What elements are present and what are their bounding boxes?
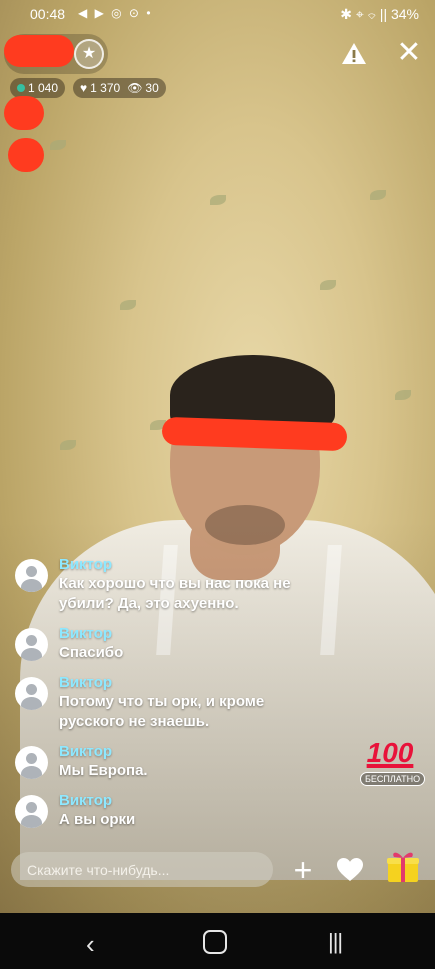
wallpaper-leaf: [320, 280, 336, 290]
chat-text: Потому что ты орк, и кроме русского не з…: [59, 693, 265, 730]
home-icon[interactable]: [203, 930, 227, 954]
battery-percent: 34%: [390, 6, 419, 22]
system-nav-bar: ‹ |||: [0, 913, 435, 969]
like-button[interactable]: [336, 857, 364, 883]
report-button[interactable]: [340, 40, 368, 68]
host-name-redaction: [4, 35, 74, 67]
chat-message: Виктор Потому что ты орк, и кроме русско…: [15, 673, 335, 732]
wallpaper-leaf: [370, 190, 386, 200]
comment-input[interactable]: [11, 852, 273, 887]
user-avatar[interactable]: [15, 746, 48, 779]
heart-icon: [337, 858, 363, 881]
wallpaper-leaf: [395, 390, 411, 400]
chat-message: Виктор А вы орки: [15, 791, 335, 830]
chat-feed: Виктор Как хорошо что вы нас пока не уби…: [15, 555, 335, 840]
recent-apps-icon[interactable]: |||: [328, 929, 343, 955]
viewers-online-count: 1 040: [28, 81, 59, 95]
add-button[interactable]: +: [290, 854, 316, 886]
chat-username[interactable]: Виктор: [59, 624, 123, 643]
redaction-mark: [4, 96, 44, 130]
system-icons: ✱ ⌖ ⌔ ||: [340, 6, 388, 22]
close-button[interactable]: ✕: [396, 38, 422, 68]
chat-text: Как хорошо что вы нас пока не убили? Да,…: [59, 575, 291, 612]
notification-icons: ◀ ▶ ◎ ⊙ •: [78, 6, 153, 20]
eye-icon: 👁: [127, 81, 143, 95]
heart-small-icon: ♥: [80, 81, 88, 95]
online-dot-icon: [17, 84, 25, 92]
chat-username[interactable]: Виктор: [59, 742, 148, 761]
wallpaper-leaf: [210, 195, 226, 205]
free-gift-100-button[interactable]: 100 БЕСПЛАТНО: [360, 737, 426, 787]
plus-icon: +: [293, 852, 313, 888]
redaction-mark: [8, 138, 44, 172]
status-time: 00:48: [30, 6, 66, 22]
chat-message: Виктор Как хорошо что вы нас пока не уби…: [15, 555, 335, 614]
wallpaper-leaf: [120, 300, 136, 310]
chat-username[interactable]: Виктор: [59, 791, 135, 810]
close-icon: ✕: [396, 36, 422, 69]
gift-icon: [387, 852, 419, 882]
stream-stats: 1 040 ♥ 1 370 👁 30: [10, 78, 166, 98]
user-avatar[interactable]: [15, 677, 48, 710]
follow-star-button[interactable]: ★: [74, 39, 104, 69]
chat-username[interactable]: Виктор: [59, 673, 299, 692]
viewers-online-stat: 1 040: [10, 78, 66, 98]
likes-count: 1 370: [90, 81, 121, 95]
star-icon: ★: [81, 45, 97, 62]
chat-text: Спасибо: [59, 644, 124, 661]
chat-text: Мы Европа.: [59, 762, 148, 779]
wallpaper-leaf: [50, 140, 66, 150]
warning-icon: [342, 43, 366, 64]
status-bar: 00:48 ◀ ▶ ◎ ⊙ • ✱ ⌖ ⌔ || 34%: [0, 0, 435, 30]
user-avatar[interactable]: [15, 628, 48, 661]
gift-100-icon: 100: [366, 737, 414, 768]
back-chevron-icon[interactable]: ‹: [86, 929, 95, 960]
gift-button[interactable]: [385, 848, 421, 884]
free-label: БЕСПЛАТНО: [360, 772, 426, 786]
chat-text: А вы орки: [59, 811, 136, 828]
system-status: ✱ ⌖ ⌔ || 34%: [340, 6, 419, 23]
chat-username[interactable]: Виктор: [59, 555, 314, 574]
likes-stat: ♥ 1 370 👁 30: [73, 78, 166, 98]
user-avatar[interactable]: [15, 795, 48, 828]
chat-message: Виктор Мы Европа.: [15, 742, 335, 781]
views-count: 30: [145, 81, 159, 95]
chat-message: Виктор Спасибо: [15, 624, 335, 663]
user-avatar[interactable]: [15, 559, 48, 592]
wallpaper-leaf: [60, 440, 76, 450]
